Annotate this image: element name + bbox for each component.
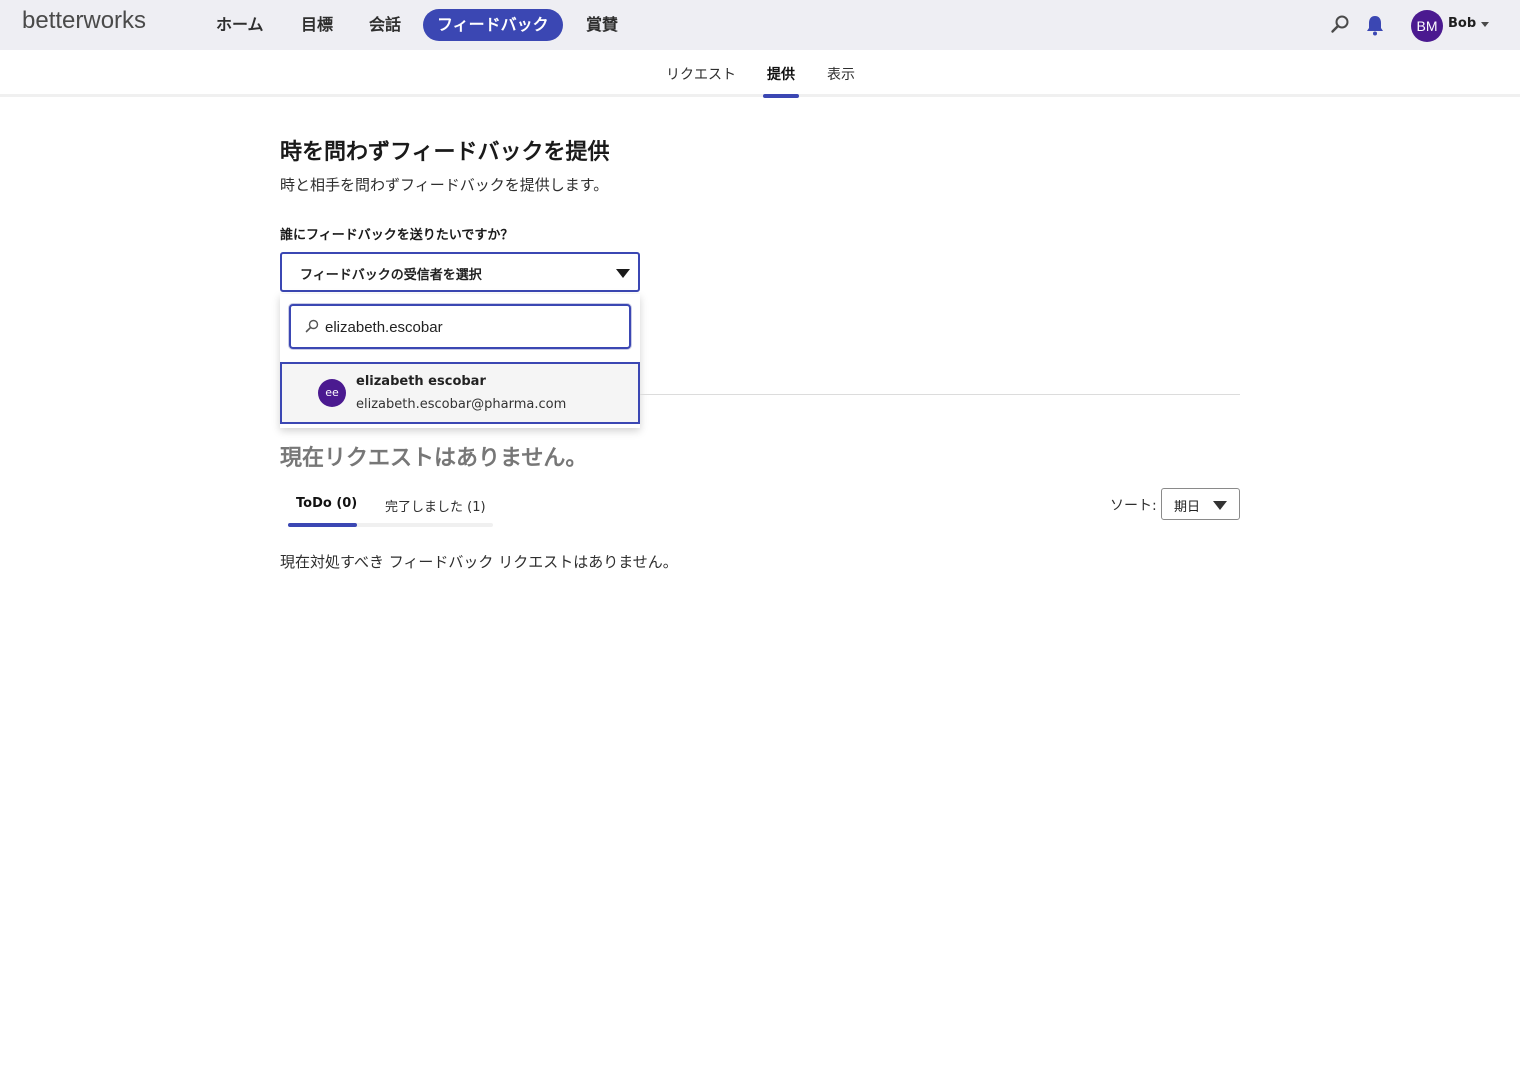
section-divider [640,394,1240,395]
tab-give[interactable]: 提供 [767,64,795,84]
caret-down-icon [616,269,630,278]
sub-tab-bar: リクエスト 提供 表示 [0,50,1520,97]
user-name[interactable]: Bob [1448,16,1476,31]
page-subtitle: 時と相手を問わずフィードバックを提供します。 [280,176,609,194]
sort-label: ソート: [1110,498,1157,514]
recipient-search-input[interactable] [325,316,615,338]
recipient-dropdown: ee elizabeth escobar elizabeth.escobar@p… [280,294,640,428]
user-avatar[interactable]: BM [1411,10,1443,42]
search-icon [305,319,319,333]
top-navigation-bar: betterworks ホーム 目標 会話 フィードバック 賞賛 BM Bob [0,0,1520,50]
nav-item-recognition[interactable]: 賞賛 [572,9,632,41]
tab-completed[interactable]: 完了しました (1) [385,496,486,515]
recipient-result-item[interactable]: ee elizabeth escobar elizabeth.escobar@p… [280,362,640,424]
tab-todo[interactable]: ToDo (0) [296,496,357,511]
chevron-down-icon[interactable] [1481,22,1489,27]
nav-item-conversations[interactable]: 会話 [355,9,415,41]
active-tab-indicator [288,523,357,527]
recipient-label: 誰にフィードバックを送りたいですか？ [280,228,514,243]
result-email: elizabeth.escobar@pharma.com [356,397,567,412]
search-icon[interactable] [1330,14,1350,34]
empty-requests-message: 現在対処すべき フィードバック リクエストはありません。 [280,553,678,571]
recipient-select-placeholder: フィードバックの受信者を選択 [300,268,482,283]
caret-down-icon [1213,501,1227,510]
requests-title: 現在リクエストはありません。 [280,446,588,471]
bell-icon[interactable] [1365,14,1385,36]
avatar: ee [318,379,346,407]
sort-select[interactable]: 期日 [1161,488,1240,520]
nav-item-home[interactable]: ホーム [202,9,278,41]
nav-item-goals[interactable]: 目標 [287,9,347,41]
page-title: 時を問わずフィードバックを提供 [280,140,610,165]
betterworks-logo[interactable]: betterworks [22,7,146,35]
recipient-search-box[interactable] [289,304,631,349]
nav-item-feedback[interactable]: フィードバック [423,9,563,41]
tab-request[interactable]: リクエスト [666,64,736,84]
tab-view[interactable]: 表示 [827,64,855,84]
result-name: elizabeth escobar [356,374,486,389]
recipient-select[interactable]: フィードバックの受信者を選択 [280,252,640,292]
active-tab-indicator [763,94,799,98]
sort-value: 期日 [1174,500,1201,515]
